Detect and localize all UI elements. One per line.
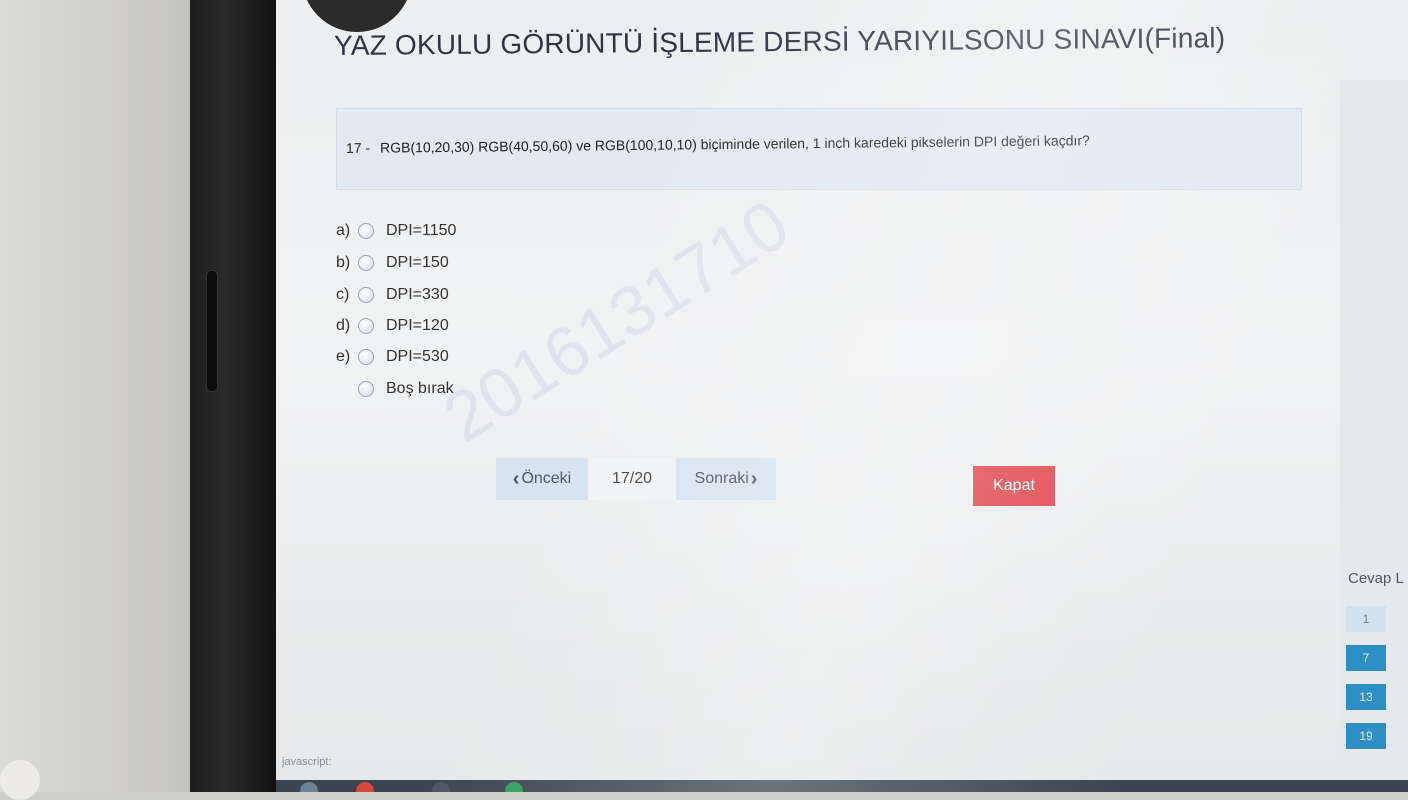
question-nav-1[interactable]: 1 [1346, 606, 1386, 632]
radio-button[interactable] [358, 381, 374, 397]
option-label: DPI=330 [386, 286, 449, 303]
answers-label: Cevap L [1348, 570, 1404, 587]
option-c[interactable]: c) DPI=330 [336, 284, 449, 306]
hand-blur [0, 760, 40, 800]
option-label: DPI=150 [386, 254, 449, 271]
next-button[interactable]: Sonraki › [676, 458, 776, 500]
background-wall [0, 0, 192, 792]
option-letter: e) [336, 348, 351, 365]
question-number: 17 - [345, 139, 371, 156]
radio-button[interactable] [358, 255, 374, 271]
option-e[interactable]: e) DPI=530 [336, 346, 449, 368]
option-b[interactable]: b) DPI=150 [336, 252, 449, 274]
monitor-bezel [190, 0, 278, 792]
status-text: javascript: [282, 756, 332, 768]
radio-button[interactable] [358, 223, 374, 239]
option-label: DPI=530 [386, 348, 449, 365]
question-nav-19[interactable]: 19 [1346, 723, 1386, 749]
question-nav-7[interactable]: 7 [1346, 645, 1386, 671]
chevron-left-icon: ‹ [512, 467, 520, 490]
chevron-right-icon: › [750, 467, 758, 490]
close-button[interactable]: Kapat [973, 466, 1055, 506]
option-letter: a) [336, 222, 351, 239]
bezel-slot [206, 270, 218, 392]
question-nav-13[interactable]: 13 [1346, 684, 1386, 710]
page-indicator: 17/20 [588, 458, 676, 500]
option-label: DPI=1150 [386, 222, 457, 239]
option-d[interactable]: d) DPI=120 [336, 315, 449, 337]
radio-button[interactable] [358, 349, 374, 365]
radio-button[interactable] [358, 287, 374, 303]
option-letter: d) [336, 317, 351, 334]
option-skip[interactable]: Boş bırak [336, 378, 454, 400]
option-letter: b) [336, 254, 351, 271]
prev-label: Önceki [521, 470, 572, 487]
option-a[interactable]: a) DPI=1150 [336, 220, 456, 242]
prev-button[interactable]: ‹ Önceki [496, 458, 588, 500]
option-letter: c) [336, 286, 350, 303]
radio-button[interactable] [358, 318, 374, 334]
next-label: Sonraki [694, 470, 749, 487]
option-label: DPI=120 [386, 317, 449, 334]
option-label: Boş bırak [386, 380, 454, 397]
